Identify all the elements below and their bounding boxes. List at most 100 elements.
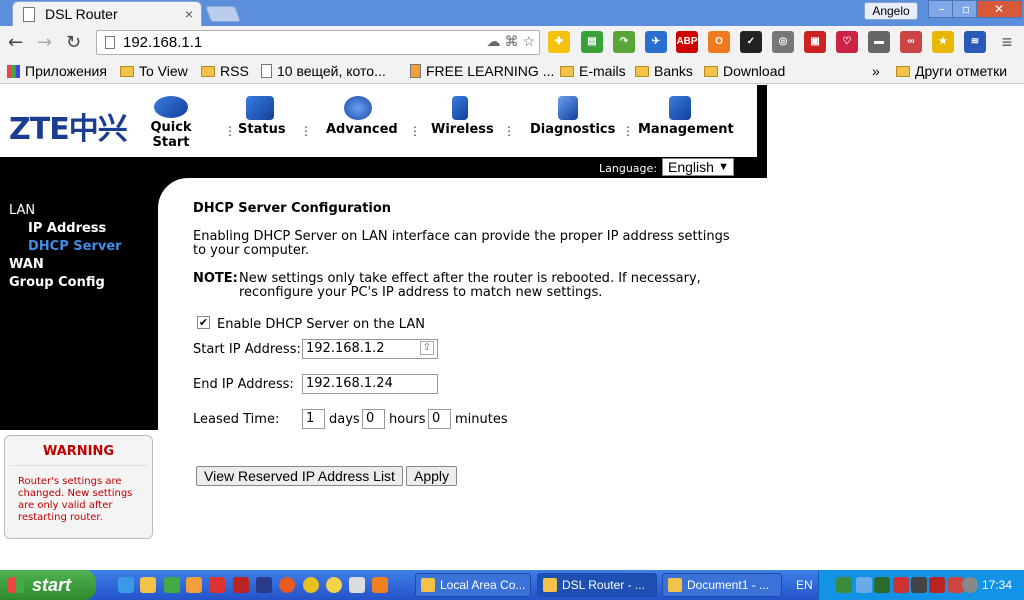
apps-icon (7, 64, 20, 78)
folder-icon (120, 65, 134, 77)
enable-dhcp-label: Enable DHCP Server on the LAN (217, 317, 425, 332)
cloud-icon[interactable]: ☁ (486, 33, 500, 50)
tray-network-icon[interactable] (836, 577, 852, 593)
printer-extension-icon[interactable]: ▤ (581, 31, 603, 53)
lease-minutes-input[interactable]: 0 (428, 409, 451, 429)
lease-hours-input[interactable]: 0 (362, 409, 385, 429)
browser-tab[interactable]: DSL Router × (12, 1, 202, 26)
sidebar-item-dhcp-server[interactable]: DHCP Server (28, 239, 122, 254)
heart-extension-icon[interactable]: ♡ (836, 31, 858, 53)
forward-icon[interactable]: → (37, 32, 52, 53)
sidebar-item-group-config[interactable]: Group Config (9, 275, 105, 290)
quicklaunch-ie-icon[interactable] (118, 577, 134, 593)
bookmark-to-view[interactable]: To View (120, 63, 188, 79)
o-extension-icon[interactable]: O (708, 31, 730, 53)
nav-quick-start[interactable]: Quick Start (133, 96, 209, 150)
start-ip-label: Start IP Address: (193, 342, 301, 357)
bookmarks-overflow-icon[interactable]: » (872, 63, 880, 79)
bookmark-apps[interactable]: Приложения (7, 63, 107, 79)
bookmark-rss[interactable]: RSS (201, 63, 249, 79)
minutes-label: minutes (455, 412, 508, 427)
star-extension-icon[interactable]: ★ (932, 31, 954, 53)
bird-extension-icon[interactable]: ✈ (645, 31, 667, 53)
language-select[interactable]: English ▼ (662, 158, 734, 176)
task-dsl-router[interactable]: DSL Router - ... (537, 573, 657, 597)
reload-icon[interactable]: ↻ (66, 32, 81, 53)
back-icon[interactable]: ← (8, 32, 23, 53)
url-text[interactable]: 192.168.1.1 (123, 34, 202, 51)
bookmark-download[interactable]: Download (704, 63, 785, 79)
tray-signal-icon[interactable] (929, 577, 945, 593)
bookmark-star-icon[interactable]: ☆ (522, 33, 535, 50)
nav-management[interactable]: Management (638, 96, 734, 137)
quicklaunch-chrome-icon[interactable] (303, 577, 319, 593)
nav-diagnostics[interactable]: Diagnostics (530, 96, 615, 137)
check-extension-icon[interactable]: ✓ (740, 31, 762, 53)
quicklaunch-tool-icon[interactable] (209, 577, 225, 593)
quicklaunch-globe-icon[interactable] (140, 577, 156, 593)
end-ip-input[interactable]: 192.168.1.24 (302, 374, 438, 394)
nav-wireless[interactable]: Wireless (431, 96, 494, 137)
task-local-area-connection[interactable]: Local Area Co... (415, 573, 531, 597)
language-label: Language: (599, 162, 657, 175)
menu-icon[interactable]: ≡ (996, 31, 1018, 53)
film-extension-icon[interactable]: ◎ (772, 31, 794, 53)
windows-logo-icon (8, 577, 24, 593)
chevron-down-icon: ▼ (718, 161, 729, 173)
bookmark-banks[interactable]: Banks (635, 63, 693, 79)
adblock-icon[interactable]: ABP (676, 31, 698, 53)
tray-display-icon[interactable] (856, 577, 872, 593)
close-window-button[interactable]: ✕ (976, 0, 1022, 18)
new-tab-button[interactable] (205, 6, 241, 22)
quicklaunch-flag-icon[interactable] (233, 577, 249, 593)
start-ip-input[interactable]: 192.168.1.2 ⇧ (302, 339, 438, 359)
save-extension-icon[interactable]: ▣ (804, 31, 826, 53)
bookmark-label: Banks (654, 63, 693, 79)
tab-close-icon[interactable]: × (185, 6, 193, 22)
input-language[interactable]: EN (796, 578, 813, 592)
quicklaunch-doc-icon[interactable] (349, 577, 365, 593)
tray-shield-icon[interactable] (874, 577, 890, 593)
tab-title: DSL Router (45, 6, 118, 22)
tray-clock-app-icon[interactable] (962, 577, 978, 593)
rss-extension-icon[interactable]: ≋ (964, 31, 986, 53)
bookmark-label: Приложения (25, 63, 107, 79)
nav-status[interactable]: Status (238, 96, 286, 137)
quicklaunch-vlc-icon[interactable] (372, 577, 388, 593)
bookmark-other[interactable]: Други отметки (896, 63, 1007, 79)
quicklaunch-uk-flag-icon[interactable] (256, 577, 272, 593)
user-profile-button[interactable]: Angelo (864, 2, 918, 20)
puzzle-extension-icon[interactable]: ✚ (548, 31, 570, 53)
arrow-extension-icon[interactable]: ↷ (613, 31, 635, 53)
tray-volume-icon[interactable] (911, 577, 927, 593)
lease-days-input[interactable]: 1 (302, 409, 325, 429)
quicklaunch-circle-icon[interactable] (326, 577, 342, 593)
warning-title: WARNING (42, 444, 115, 459)
folder-extension-icon[interactable]: ▬ (868, 31, 890, 53)
enable-dhcp-checkbox[interactable]: ✔ (197, 316, 210, 329)
status-icon (246, 96, 274, 120)
sidebar-item-ip-address[interactable]: IP Address (28, 221, 106, 236)
quicklaunch-paint-icon[interactable] (164, 577, 180, 593)
zte-logo: ZTE中兴 (9, 112, 128, 147)
task-document1[interactable]: Document1 - ... (662, 573, 782, 597)
bookmark-10-things[interactable]: 10 вещей, кото... (261, 63, 386, 79)
tray-network-off-icon[interactable] (893, 577, 909, 593)
key-icon[interactable]: ⇧ (419, 341, 434, 355)
quicklaunch-firefox-icon[interactable] (279, 577, 295, 593)
end-ip-label: End IP Address: (193, 377, 294, 392)
nav-advanced[interactable]: Advanced (326, 96, 398, 137)
quicklaunch-notes-icon[interactable] (186, 577, 202, 593)
chain-extension-icon[interactable]: ∞ (900, 31, 922, 53)
diagnostics-icon (558, 96, 578, 120)
translate-icon[interactable]: ⌘ (504, 33, 518, 50)
bookmark-free-learning[interactable]: FREE LEARNING ... (410, 63, 554, 79)
system-clock[interactable]: 17:34 (982, 578, 1012, 592)
view-reserved-ip-button[interactable]: View Reserved IP Address List (196, 466, 403, 486)
bookmark-emails[interactable]: E-mails (560, 63, 626, 79)
address-bar[interactable]: 192.168.1.1 ☁ ⌘ ☆ (96, 30, 540, 55)
sidebar-item-lan[interactable]: LAN (9, 203, 35, 218)
apply-button[interactable]: Apply (406, 466, 457, 486)
note-line2: reconfigure your PC's IP address to matc… (239, 285, 603, 300)
sidebar-item-wan[interactable]: WAN (9, 257, 44, 272)
